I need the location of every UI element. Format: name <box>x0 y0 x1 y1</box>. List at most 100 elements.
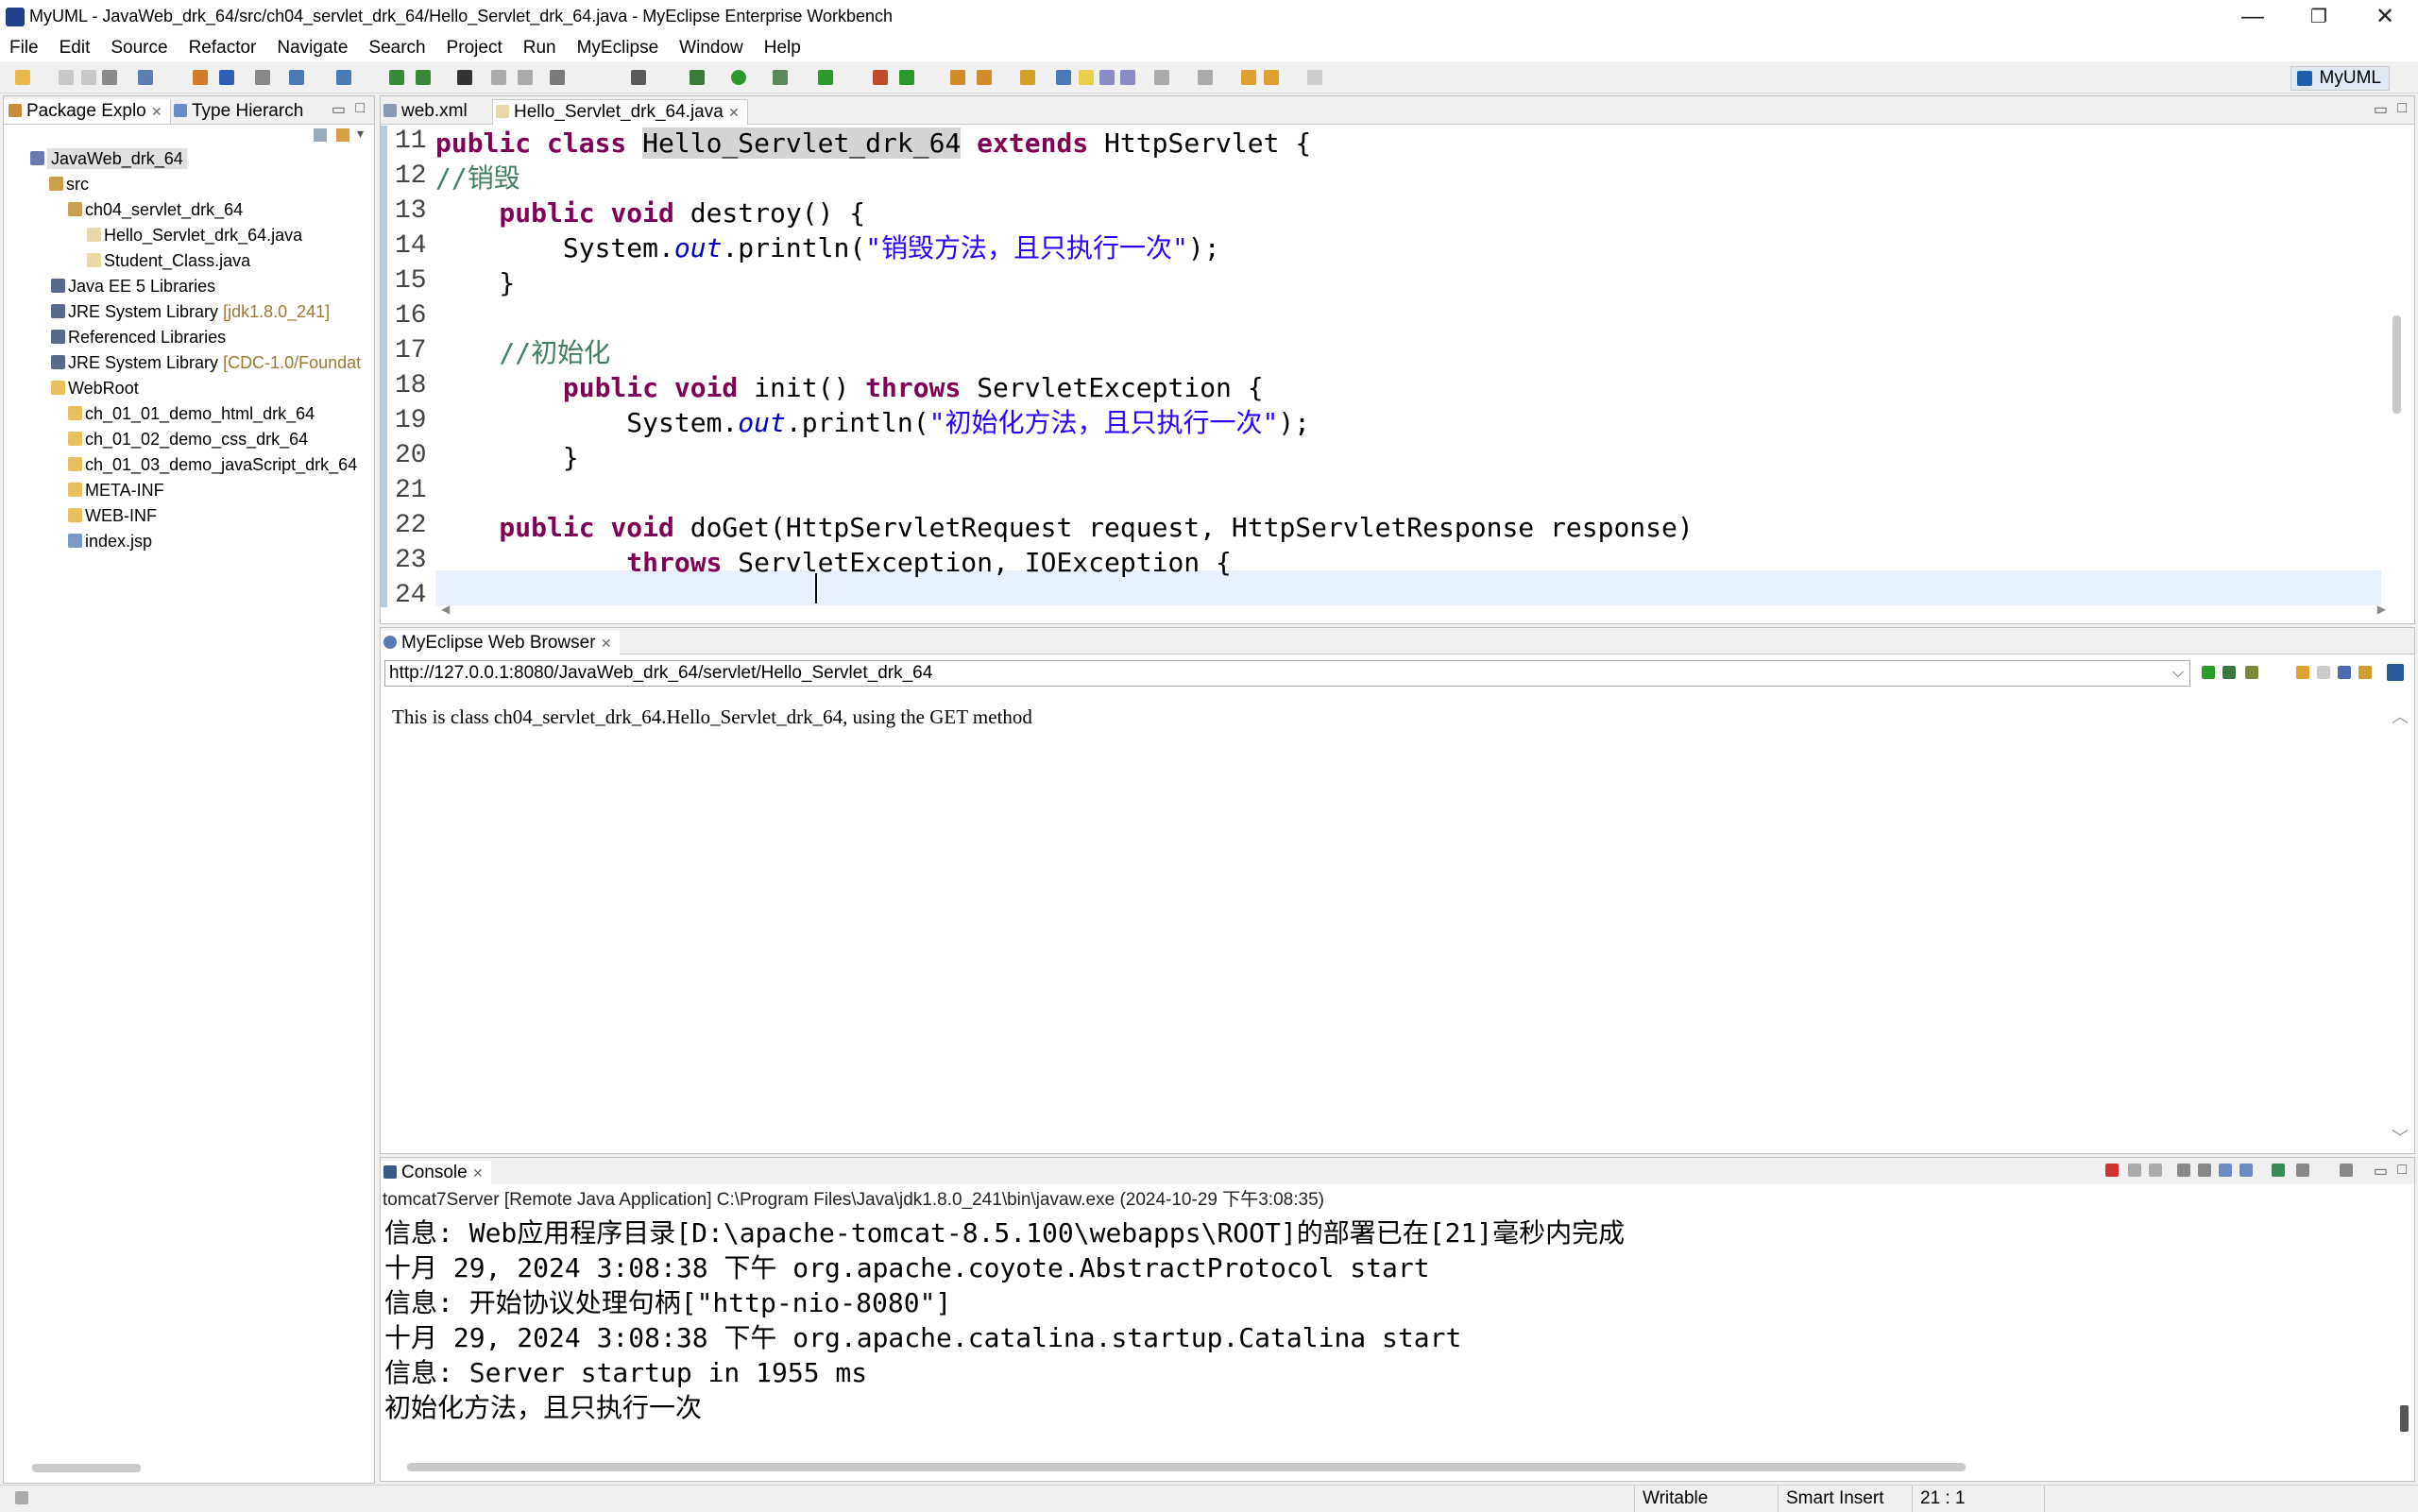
restore-button[interactable]: ❐ <box>2286 0 2352 34</box>
minimize-view-icon[interactable]: ▭ <box>332 100 346 119</box>
go-icon[interactable] <box>2202 666 2215 679</box>
code-line[interactable]: //销毁 <box>435 161 520 195</box>
show-whitespace-icon[interactable] <box>1120 70 1135 85</box>
open-folder-icon[interactable] <box>950 70 965 85</box>
annotation-icon[interactable] <box>1020 70 1035 85</box>
task-icon[interactable] <box>1056 70 1071 85</box>
refresh-icon[interactable] <box>2358 666 2372 679</box>
code-line[interactable]: throws ServletException, IOException { <box>435 545 1232 580</box>
debug-page-icon[interactable] <box>2222 666 2236 679</box>
settings-icon[interactable] <box>2245 666 2258 679</box>
scroll-up-arrow-icon[interactable]: ︿ <box>2392 704 2409 728</box>
copy-icon[interactable] <box>518 70 533 85</box>
tree-item-jre-library[interactable]: JRE System Library [jdk1.8.0_241] <box>51 301 330 322</box>
tab-package-explorer[interactable]: Package Explo ✕ <box>4 99 171 124</box>
forward-icon[interactable] <box>1307 70 1322 85</box>
collapse-all-icon[interactable] <box>314 128 327 142</box>
view-menu-icon[interactable]: ▾ <box>357 126 364 142</box>
close-icon[interactable]: ✕ <box>728 105 740 120</box>
menu-file[interactable]: File <box>9 38 39 58</box>
code-line[interactable]: public class Hello_Servlet_drk_64 extend… <box>435 126 1311 161</box>
back-icon[interactable] <box>2296 666 2309 679</box>
prev-annotation-icon[interactable] <box>1198 70 1213 85</box>
tree-item-project[interactable]: JavaWeb_drk_64 <box>30 148 187 169</box>
deploy-icon[interactable] <box>289 70 304 85</box>
globe-icon[interactable] <box>457 70 472 85</box>
stop-icon[interactable] <box>2338 666 2351 679</box>
new-icon[interactable] <box>15 70 30 85</box>
maximize-view-icon[interactable]: □ <box>355 100 365 117</box>
tree-item-folder[interactable]: ch_01_02_demo_css_drk_64 <box>68 429 308 450</box>
menu-navigate[interactable]: Navigate <box>277 38 348 58</box>
back-icon[interactable] <box>1264 70 1279 85</box>
menu-run[interactable]: Run <box>523 38 556 58</box>
scroll-right-arrow-icon[interactable]: ▶ <box>2377 603 2386 616</box>
terminate-icon[interactable] <box>2105 1164 2119 1177</box>
close-icon[interactable]: ✕ <box>151 104 162 119</box>
tab-hello-servlet-java[interactable]: Hello_Servlet_drk_64.java ✕ <box>492 99 748 125</box>
tree-item-student-class[interactable]: Student_Class.java <box>87 250 250 271</box>
format-icon[interactable] <box>550 70 565 85</box>
tab-web-browser[interactable]: MyEclipse Web Browser ✕ <box>381 631 620 656</box>
scroll-down-arrow-icon[interactable]: ﹀ <box>2392 1125 2409 1149</box>
server-icon[interactable] <box>336 70 351 85</box>
tab-type-hierarchy[interactable]: Type Hierarch <box>169 99 311 124</box>
code-line[interactable]: } <box>435 265 515 300</box>
display-console-icon[interactable] <box>2296 1164 2309 1177</box>
tree-item-src[interactable]: src <box>49 174 89 195</box>
open-external-icon[interactable] <box>2387 664 2404 681</box>
run-icon[interactable] <box>731 70 746 85</box>
tree-item-folder[interactable]: ch_01_03_demo_javaScript_drk_64 <box>68 454 357 475</box>
menu-source[interactable]: Source <box>111 38 167 58</box>
menu-myeclipse[interactable]: MyEclipse <box>577 38 659 58</box>
code-line[interactable]: public void destroy() { <box>435 195 865 230</box>
left-horizontal-scrollbar[interactable] <box>32 1464 141 1472</box>
close-icon[interactable]: ✕ <box>472 1165 484 1181</box>
tree-item-referenced-libraries[interactable]: Referenced Libraries <box>51 327 226 348</box>
new-project-icon[interactable] <box>138 70 153 85</box>
tree-item-folder[interactable]: ch_01_01_demo_html_drk_64 <box>68 403 315 424</box>
code-line[interactable]: public void doGet(HttpServletRequest req… <box>435 510 1693 545</box>
open-file-icon[interactable] <box>977 70 992 85</box>
sync-icon[interactable] <box>416 70 431 85</box>
code-line[interactable]: //初始化 <box>435 335 610 370</box>
forward-icon[interactable] <box>2317 666 2330 679</box>
remove-all-icon[interactable] <box>2149 1164 2162 1177</box>
tree-item-jre-cdc-library[interactable]: JRE System Library [CDC-1.0/Foundat <box>51 352 361 373</box>
debug-icon[interactable] <box>690 70 705 85</box>
show-on-output-icon[interactable] <box>2219 1164 2232 1177</box>
menu-help[interactable]: Help <box>764 38 801 58</box>
menu-edit[interactable]: Edit <box>60 38 91 58</box>
refresh-icon[interactable] <box>389 70 404 85</box>
url-input[interactable]: http://127.0.0.1:8080/JavaWeb_drk_64/ser… <box>384 660 2190 687</box>
block-selection-icon[interactable] <box>1099 70 1115 85</box>
pin-console-icon[interactable] <box>2272 1164 2285 1177</box>
tree-item-index-jsp[interactable]: index.jsp <box>68 531 152 552</box>
tree-item-package[interactable]: ch04_servlet_drk_64 <box>68 199 243 220</box>
tree-item-folder[interactable]: META-INF <box>68 480 164 501</box>
profile-icon[interactable] <box>773 70 788 85</box>
cut-icon[interactable] <box>491 70 506 85</box>
mark-occurrences-icon[interactable] <box>1079 70 1094 85</box>
next-annotation-icon[interactable] <box>1154 70 1169 85</box>
link-editor-icon[interactable] <box>336 128 349 142</box>
code-line[interactable]: } <box>435 440 579 475</box>
minimize-button[interactable]: — <box>2220 0 2286 34</box>
last-edit-icon[interactable] <box>1241 70 1256 85</box>
tree-item-webroot[interactable]: WebRoot <box>51 378 139 399</box>
minimize-editor-icon[interactable]: ▭ <box>2374 100 2388 119</box>
close-icon[interactable]: ✕ <box>601 636 612 651</box>
scroll-lock-icon[interactable] <box>2198 1164 2211 1177</box>
perspective-icon[interactable] <box>631 70 646 85</box>
code-line[interactable]: System.out.println("初始化方法，且只执行一次"); <box>435 405 1310 440</box>
open-resource-icon[interactable] <box>219 70 234 85</box>
remove-launch-icon[interactable] <box>2128 1164 2141 1177</box>
print-icon[interactable] <box>102 70 117 85</box>
show-on-error-icon[interactable] <box>2239 1164 2253 1177</box>
save-all-icon[interactable] <box>81 70 96 85</box>
open-console-icon[interactable] <box>2340 1164 2353 1177</box>
menu-window[interactable]: Window <box>679 38 743 58</box>
new-java-icon[interactable] <box>873 70 888 85</box>
chevron-down-icon[interactable]: ⌵ <box>2172 661 2184 686</box>
code-line[interactable]: public void init() throws ServletExcepti… <box>435 370 1264 405</box>
